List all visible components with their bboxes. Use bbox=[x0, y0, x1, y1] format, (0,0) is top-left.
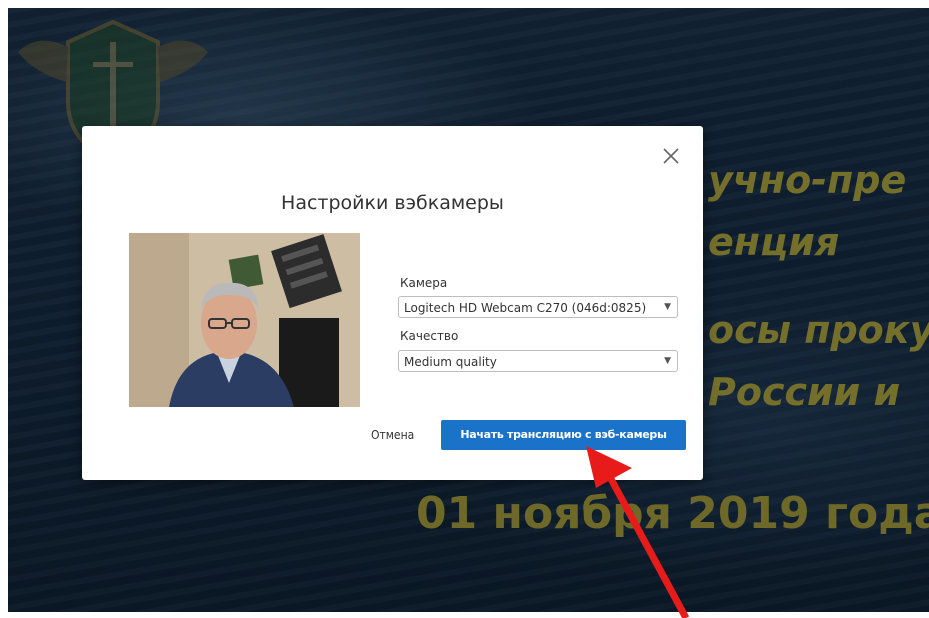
webcam-preview-image bbox=[129, 233, 360, 407]
background-heading-line-4: России и bbox=[708, 370, 901, 414]
document-text-strip bbox=[0, 0, 929, 8]
quality-select-value: Medium quality bbox=[404, 355, 497, 369]
background-heading-line-1: учно-пре bbox=[708, 158, 907, 202]
camera-label: Камера bbox=[400, 276, 448, 290]
webcam-settings-dialog: Настройки вэбкамеры Камера Logitech HD W bbox=[82, 126, 703, 480]
chevron-down-icon: ▼ bbox=[664, 356, 671, 366]
start-webcam-broadcast-button[interactable]: Начать трансляцию с вэб-камеры bbox=[441, 420, 686, 450]
dialog-title: Настройки вэбкамеры bbox=[281, 192, 504, 214]
quality-select[interactable]: Medium quality ▼ bbox=[398, 350, 678, 372]
background-heading-line-3: осы проку bbox=[708, 308, 929, 352]
background-date: 01 ноября 2019 года bbox=[416, 488, 929, 539]
camera-select-value: Logitech HD Webcam C270 (046d:0825) bbox=[404, 301, 647, 315]
webcam-preview bbox=[129, 233, 360, 407]
chevron-down-icon: ▼ bbox=[664, 302, 671, 312]
close-icon[interactable] bbox=[659, 144, 683, 168]
cancel-button[interactable]: Отмена bbox=[371, 428, 414, 442]
background-heading-line-2: енция bbox=[708, 220, 840, 264]
camera-select[interactable]: Logitech HD Webcam C270 (046d:0825) ▼ bbox=[398, 296, 678, 318]
quality-label: Качество bbox=[400, 329, 459, 343]
